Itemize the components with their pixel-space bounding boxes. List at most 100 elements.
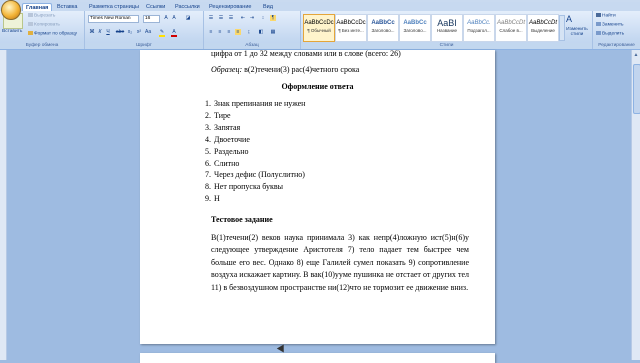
- tab-review[interactable]: Рецензирование: [206, 3, 254, 11]
- vertical-scrollbar[interactable]: ▲: [631, 50, 640, 360]
- copy-icon: [28, 22, 33, 26]
- highlight-button[interactable]: ✎: [159, 29, 165, 37]
- style-name: Заголово...: [403, 28, 427, 33]
- copy-button[interactable]: Копировать: [28, 22, 60, 27]
- find-button[interactable]: Найти: [596, 13, 616, 18]
- line-spacing-button[interactable]: ↨: [246, 29, 252, 35]
- format-painter-label: Формат по образцу: [34, 31, 78, 37]
- scrollbar-thumb[interactable]: [633, 64, 640, 114]
- font-group-label: Шрифт: [85, 43, 203, 49]
- list-item: Двоеточие: [213, 134, 305, 146]
- list-item: Через дефис (Полуслитно): [213, 169, 305, 181]
- scroll-up-icon[interactable]: ▲: [633, 52, 639, 58]
- format-painter-button[interactable]: Формат по образцу: [28, 31, 77, 36]
- grow-font-button[interactable]: A: [163, 15, 169, 21]
- tab-view[interactable]: Вид: [260, 3, 276, 11]
- style-preview: AaBbCcDc: [304, 20, 334, 26]
- office-button[interactable]: [1, 0, 21, 20]
- increase-indent-button[interactable]: ⇥: [249, 15, 255, 21]
- borders-button[interactable]: ▦: [270, 29, 276, 35]
- style-preview: AaBbCc.: [467, 20, 491, 26]
- superscript-button[interactable]: x²: [136, 29, 142, 35]
- underline-button[interactable]: Ч: [105, 29, 111, 35]
- numbering-button[interactable]: ☰: [218, 15, 224, 21]
- subscript-button[interactable]: x₂: [127, 29, 133, 35]
- answer-heading: Оформление ответа: [281, 82, 354, 91]
- replace-label: Заменить: [602, 22, 624, 28]
- strikethrough-button[interactable]: abe: [115, 29, 125, 35]
- style-name: Слабое в...: [499, 28, 523, 33]
- list-item: Слитно: [213, 158, 305, 170]
- align-right-button[interactable]: ≡: [226, 29, 232, 35]
- binoculars-icon: [596, 13, 601, 17]
- scissors-icon: [28, 13, 33, 17]
- paste-button[interactable]: Вставить: [2, 29, 22, 34]
- decrease-indent-button[interactable]: ⇤: [240, 15, 246, 21]
- sort-button[interactable]: ↕: [260, 15, 266, 21]
- list-item: Нет пропуска буквы: [213, 181, 305, 193]
- style-no-spacing[interactable]: AaBbCcDc ¶ Без инте...: [335, 14, 367, 42]
- shrink-font-button[interactable]: A: [171, 15, 177, 21]
- style-name: Выделение: [531, 28, 555, 33]
- style-emphasis[interactable]: AaBbCcDt Выделение: [527, 14, 559, 42]
- multilevel-list-button[interactable]: ☰: [228, 15, 234, 21]
- list-item: Знак препинания не нужен: [213, 98, 305, 110]
- show-marks-button[interactable]: ¶: [270, 15, 276, 21]
- align-left-button[interactable]: ≡: [208, 29, 214, 35]
- style-subtitle[interactable]: AaBbCc. Подзагол...: [463, 14, 495, 42]
- editing-group: Найти Заменить Выделить Редактирование: [593, 11, 640, 49]
- italic-button[interactable]: К: [97, 29, 103, 35]
- style-name: Заголово...: [371, 28, 395, 33]
- style-heading-2[interactable]: AaBbCc Заголово...: [399, 14, 431, 42]
- font-size-combo[interactable]: 16: [143, 15, 160, 23]
- font-color-button[interactable]: A: [171, 29, 177, 37]
- style-name: ¶ Без инте...: [338, 28, 364, 33]
- bold-button[interactable]: Ж: [89, 29, 95, 35]
- example-label: Образец:: [211, 65, 243, 74]
- brush-icon: [28, 31, 33, 35]
- tab-references[interactable]: Ссылки: [143, 3, 168, 11]
- ribbon: Вставить Вырезать Копировать Формат по о…: [0, 11, 640, 50]
- example-line: Образец: в(2)течени(3) рас(4)четного сро…: [211, 65, 359, 74]
- list-item: Н: [213, 193, 305, 205]
- shading-button[interactable]: ◧: [258, 29, 264, 35]
- justify-button[interactable]: ≡: [235, 29, 241, 35]
- instruction-line: цифра от 1 до 32 между словами или в сло…: [211, 49, 401, 58]
- list-item: Запятая: [213, 122, 305, 134]
- style-preview: AaBbCcDt: [496, 20, 525, 26]
- answer-list: Знак препинания не нужен Тире Запятая Дв…: [202, 98, 305, 205]
- font-name-combo[interactable]: Times New Roman: [88, 15, 139, 23]
- clear-format-button[interactable]: ◪: [185, 15, 191, 21]
- style-subtle-emphasis[interactable]: AaBbCcDt Слабое в...: [495, 14, 527, 42]
- style-heading-1[interactable]: AaBbCc Заголово...: [367, 14, 399, 42]
- select-button[interactable]: Выделить: [596, 31, 624, 36]
- style-normal[interactable]: AaBbCcDc ¶ Обычный: [303, 14, 335, 42]
- tab-insert[interactable]: Вставка: [54, 3, 80, 11]
- document-page[interactable]: цифра от 1 до 32 между словами или в сло…: [140, 49, 495, 344]
- copy-label: Копировать: [34, 22, 60, 28]
- paragraph-group: ☰ ☰ ☰ ⇤ ⇥ ↕ ¶ ≡ ≡ ≡ ≡ ↨ ◧ ▦ Абзац: [204, 11, 301, 49]
- style-title[interactable]: AaBI Название: [431, 14, 463, 42]
- font-group: Times New Roman 16 A A ◪ Ж К Ч abe x₂ x²…: [85, 11, 204, 49]
- change-styles-button[interactable]: Изменить стили: [564, 27, 590, 37]
- tab-page-layout[interactable]: Разметка страницы: [86, 3, 142, 11]
- style-preview: AaBbCcDc: [336, 20, 366, 26]
- next-page: [140, 353, 495, 363]
- cut-button[interactable]: Вырезать: [28, 13, 55, 18]
- style-preview: AaBbCcDt: [528, 20, 557, 26]
- style-preview: AaBbCc: [371, 20, 395, 26]
- change-styles-icon: A: [566, 14, 573, 24]
- replace-button[interactable]: Заменить: [596, 22, 624, 27]
- change-case-button[interactable]: Aa: [145, 29, 151, 35]
- style-name: ¶ Обычный: [307, 28, 331, 33]
- align-center-button[interactable]: ≡: [217, 29, 223, 35]
- list-item: Тире: [213, 110, 305, 122]
- document-workspace: цифра от 1 до 32 между словами или в сло…: [0, 49, 632, 363]
- find-label: Найти: [602, 13, 616, 19]
- bullets-button[interactable]: ☰: [208, 15, 214, 21]
- test-heading: Тестовое задание: [211, 215, 273, 224]
- tab-mailings[interactable]: Рассылки: [172, 3, 203, 11]
- select-label: Выделить: [602, 31, 625, 37]
- cut-label: Вырезать: [34, 13, 56, 19]
- style-preview: AaBbCc: [403, 20, 427, 26]
